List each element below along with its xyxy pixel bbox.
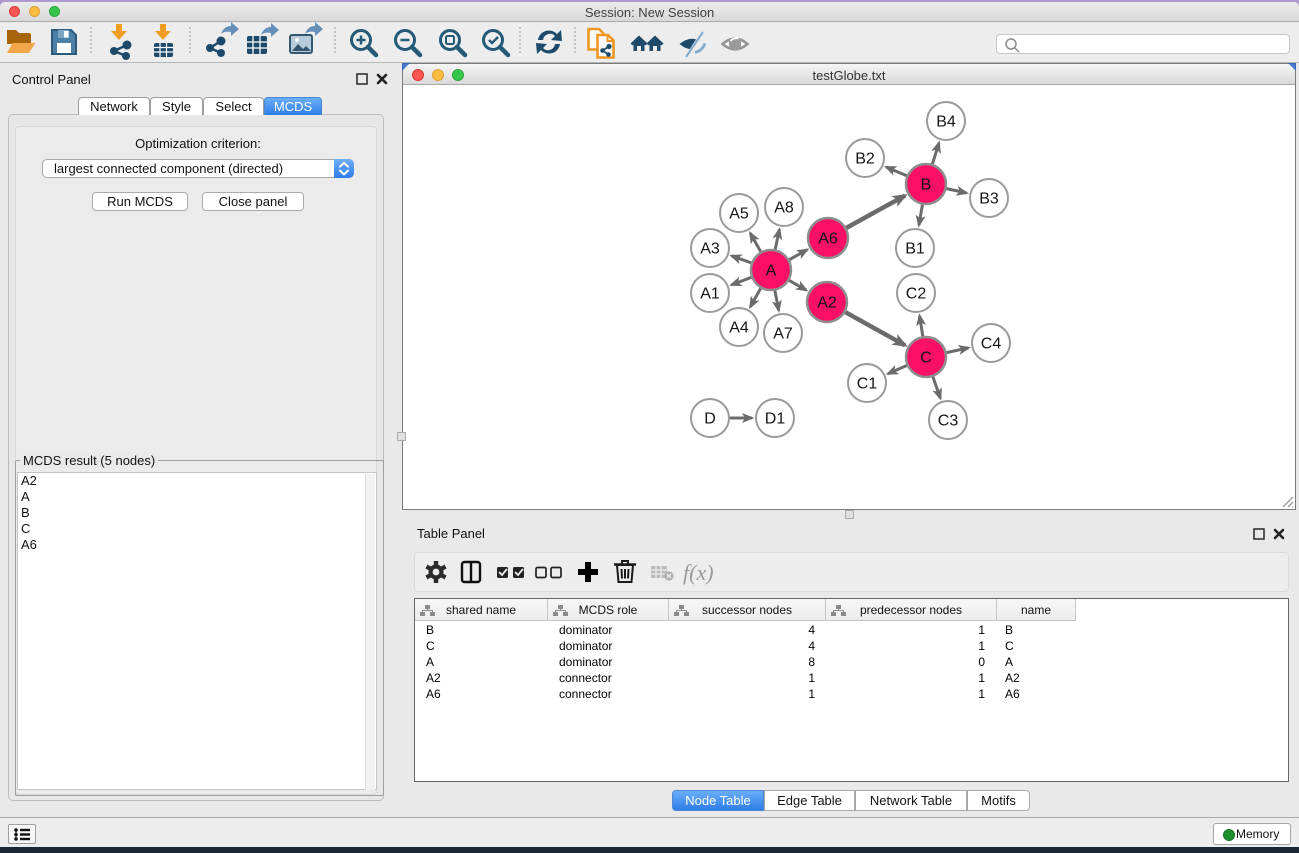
svg-text:A5: A5: [729, 206, 749, 223]
svg-text:D: D: [704, 411, 716, 428]
svg-text:B4: B4: [936, 114, 956, 131]
svg-text:A3: A3: [700, 241, 720, 258]
svg-text:B: B: [921, 177, 932, 194]
svg-text:C4: C4: [981, 336, 1002, 353]
svg-text:C1: C1: [857, 376, 878, 393]
svg-text:A8: A8: [774, 200, 794, 217]
svg-text:B3: B3: [979, 191, 999, 208]
svg-text:B2: B2: [855, 151, 875, 168]
svg-text:C: C: [920, 350, 932, 367]
svg-text:A4: A4: [729, 320, 749, 337]
svg-text:C2: C2: [906, 286, 927, 303]
svg-text:A7: A7: [773, 326, 793, 343]
svg-text:A1: A1: [700, 286, 720, 303]
svg-text:f(x): f(x): [683, 560, 714, 585]
svg-text:A6: A6: [818, 231, 838, 248]
svg-text:B1: B1: [905, 241, 925, 258]
svg-text:D1: D1: [765, 411, 786, 428]
svg-text:A2: A2: [817, 295, 837, 312]
svg-text:C3: C3: [938, 413, 959, 430]
svg-text:A: A: [766, 263, 777, 280]
